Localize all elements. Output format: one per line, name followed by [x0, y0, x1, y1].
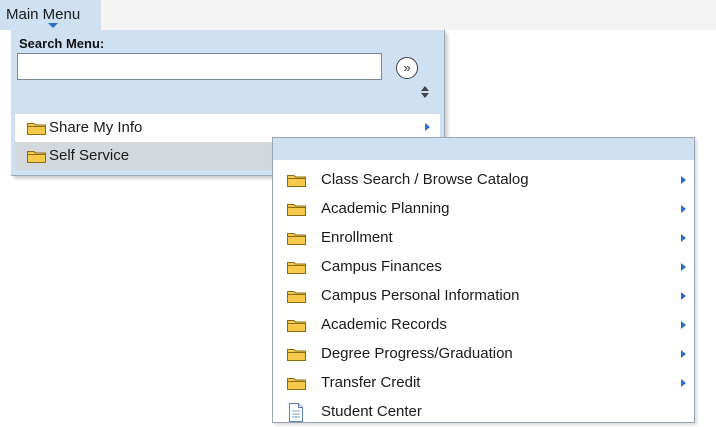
folder-icon — [287, 262, 306, 274]
folder-icon — [287, 233, 306, 245]
chevron-right-icon — [681, 350, 686, 358]
submenu-item-label: Degree Progress/Graduation — [321, 345, 513, 362]
search-menu-label: Search Menu: — [19, 36, 105, 51]
submenu-item-label: Academic Records — [321, 316, 447, 333]
folder-icon — [27, 123, 46, 135]
main-menu-label: Main Menu — [6, 6, 81, 23]
sort-toggle-icon[interactable] — [421, 86, 431, 100]
search-menu-input[interactable] — [17, 53, 382, 80]
document-icon — [289, 403, 303, 422]
chevron-right-icon — [681, 176, 686, 184]
folder-icon — [287, 349, 306, 361]
submenu-item-student-center[interactable]: Student Center — [273, 398, 694, 427]
folder-icon — [287, 320, 306, 332]
chevron-right-icon — [681, 234, 686, 242]
chevron-right-icon — [681, 379, 686, 387]
folder-icon — [287, 204, 306, 216]
main-menu-tab[interactable]: Main Menu — [0, 0, 101, 30]
menu-item-label: Self Service — [49, 147, 130, 164]
submenu-item-label: Campus Personal Information — [321, 287, 520, 304]
submenu-item-campus-finances[interactable]: Campus Finances — [273, 253, 694, 282]
submenu-item-enrollment[interactable]: Enrollment — [273, 224, 694, 253]
folder-icon — [287, 175, 306, 187]
submenu-item-academic-planning[interactable]: Academic Planning — [273, 195, 694, 224]
submenu-item-label: Academic Planning — [321, 200, 450, 217]
submenu-item-label: Enrollment — [321, 229, 393, 246]
chevron-right-icon — [681, 321, 686, 329]
self-service-submenu: Class Search / Browse Catalog Academic P… — [272, 137, 695, 423]
chevron-right-icon — [425, 123, 430, 131]
submenu-item-label: Campus Finances — [321, 258, 442, 275]
chevron-right-icon — [681, 292, 686, 300]
chevron-right-icon — [681, 205, 686, 213]
submenu-item-campus-personal-information[interactable]: Campus Personal Information — [273, 282, 694, 311]
submenu-list: Class Search / Browse Catalog Academic P… — [273, 166, 694, 427]
folder-icon — [287, 291, 306, 303]
submenu-item-transfer-credit[interactable]: Transfer Credit — [273, 369, 694, 398]
caret-down-icon — [48, 23, 58, 28]
submenu-item-label: Student Center — [321, 403, 422, 420]
top-bar: Main Menu — [0, 0, 716, 30]
menu-item-label: Share My Info — [49, 119, 143, 136]
submenu-item-class-search[interactable]: Class Search / Browse Catalog — [273, 166, 694, 195]
submenu-item-label: Transfer Credit — [321, 374, 421, 391]
chevron-right-icon — [681, 263, 686, 271]
search-go-button[interactable]: » — [396, 57, 418, 79]
folder-icon — [287, 378, 306, 390]
submenu-item-degree-progress[interactable]: Degree Progress/Graduation — [273, 340, 694, 369]
folder-icon — [27, 151, 46, 163]
submenu-item-label: Class Search / Browse Catalog — [321, 171, 529, 188]
submenu-item-academic-records[interactable]: Academic Records — [273, 311, 694, 340]
submenu-header — [273, 138, 694, 160]
